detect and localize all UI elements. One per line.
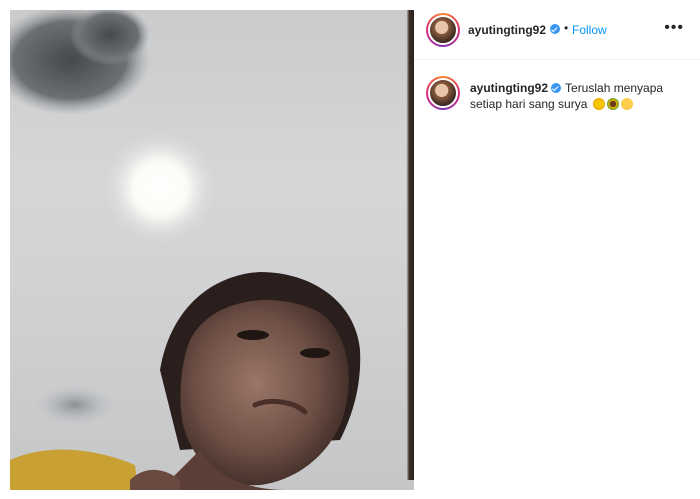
sun-emoji-icon [592, 98, 605, 110]
selfie-image [10, 10, 361, 490]
username[interactable]: ayutingting92 [468, 23, 546, 37]
small-cloud [35, 385, 115, 425]
yellow-shirt [10, 449, 138, 490]
post-header: ayutingting92 • Follow ••• [414, 0, 700, 60]
eye [300, 348, 330, 358]
verified-badge-icon [550, 24, 560, 34]
avatar-image [428, 15, 458, 45]
post-photo[interactable] [10, 10, 414, 490]
face [180, 300, 349, 486]
post-sidebar: ayutingting92 • Follow ••• ayutingting92… [414, 0, 700, 499]
photo-edge-shadow [406, 10, 414, 480]
smiling-face-emoji-icon [620, 98, 633, 110]
eye [237, 330, 269, 340]
sun [100, 128, 220, 248]
separator-dot: • [564, 21, 569, 35]
avatar[interactable] [426, 76, 460, 110]
verified-badge-icon [551, 83, 562, 93]
avatar-image [428, 78, 458, 108]
more-options-icon[interactable]: ••• [664, 19, 684, 37]
avatar[interactable] [426, 13, 460, 47]
caption-text: ayutingting92 Teruslah menyapa setiap har… [470, 80, 670, 112]
instagram-post: ayutingting92 • Follow ••• ayutingting92… [0, 0, 700, 499]
follow-button[interactable]: Follow [572, 23, 607, 37]
caption-username[interactable]: ayutingting92 [470, 81, 548, 95]
sunflower-emoji-icon [606, 98, 619, 110]
shoulder [130, 469, 180, 490]
